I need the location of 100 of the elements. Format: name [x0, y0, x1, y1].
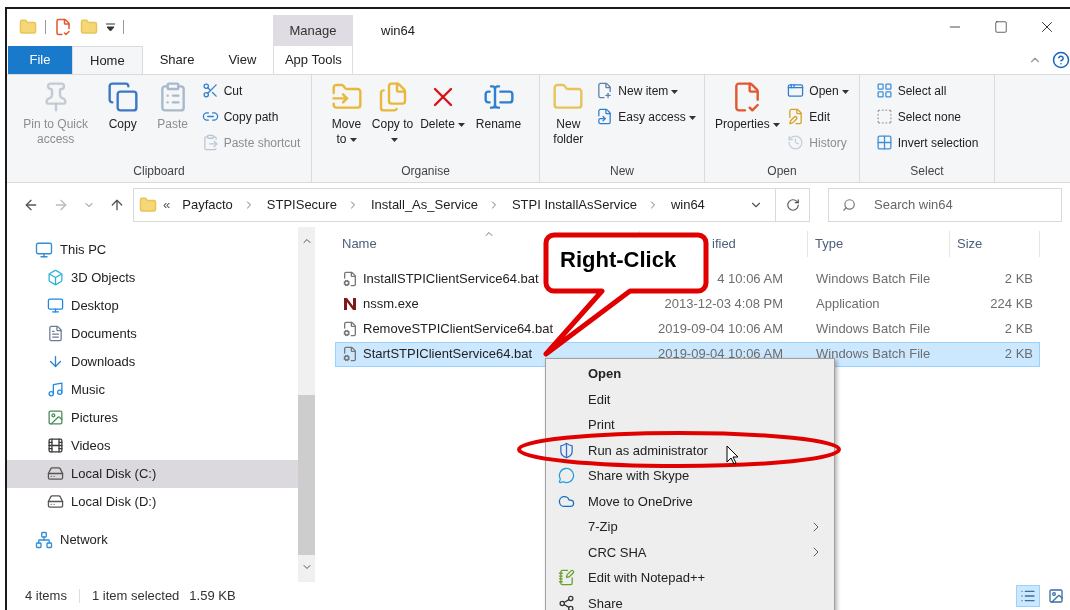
sidebar-item[interactable]: Music — [7, 375, 298, 404]
sidebar-item[interactable]: Pictures — [7, 403, 298, 432]
caret-icon[interactable] — [106, 22, 115, 32]
batch-file-icon — [342, 346, 358, 363]
sidebar-item[interactable]: Desktop — [7, 291, 298, 320]
sidebar-item[interactable]: 3D Objects — [7, 263, 298, 292]
properties-icon[interactable] — [54, 18, 72, 37]
ribbon-tab[interactable]: Home — [72, 45, 143, 74]
ribbon-button[interactable]: Properties — [711, 74, 784, 162]
column-header[interactable]: Size — [950, 230, 1040, 257]
ribbon-button[interactable]: New item — [596, 77, 696, 104]
breadcrumb[interactable]: Install_As_Service — [370, 194, 478, 215]
ribbon-button[interactable]: Copy — [97, 74, 148, 162]
menu-item[interactable]: Edit with Notepad++ — [546, 565, 834, 591]
breadcrumb[interactable]: win64 — [670, 194, 705, 215]
file-row[interactable]: RemoveSTPIClientService64.bat 2019-09-04 10:06 AM Windows Batch File 2 KB — [335, 316, 1040, 342]
scrollbar[interactable] — [298, 226, 315, 583]
shortcut-icon — [201, 134, 219, 152]
menu-item[interactable]: CRC SHA — [546, 539, 834, 565]
music-icon — [47, 381, 64, 399]
search-field[interactable]: Search win64 — [828, 187, 1062, 222]
file-type: Windows Batch File — [815, 345, 932, 364]
ribbon-tab[interactable]: Share — [142, 45, 212, 74]
menu-item[interactable]: Move to OneDrive — [546, 488, 834, 514]
file-row[interactable]: nssm.exe 2013-12-03 4:08 PM Application 224 KB — [335, 291, 1040, 317]
new-item-icon — [596, 82, 614, 100]
file-name: nssm.exe — [363, 295, 419, 314]
refresh-icon[interactable] — [785, 197, 800, 212]
menu-item[interactable]: Edit — [546, 386, 834, 412]
sidebar-item[interactable]: Local Disk (C:) — [7, 459, 298, 488]
ribbon-button[interactable]: Rename — [469, 74, 528, 162]
ribbon-group-label: Organise — [400, 162, 451, 180]
ribbon-button[interactable]: Delete — [415, 74, 470, 162]
file-size: 2 KB — [1003, 320, 1034, 339]
file-type: Application — [815, 295, 881, 314]
ribbon-button[interactable]: Move to — [323, 74, 370, 162]
ribbon-button[interactable]: Select none — [875, 103, 979, 130]
folder-icon[interactable] — [19, 18, 37, 37]
column-header[interactable]: Type — [808, 230, 950, 257]
address-field[interactable]: « Payfacto STPISecure Install_As_Service STPI InstallAsService win64 — [133, 187, 810, 222]
ribbon-button[interactable]: Easy access — [596, 103, 696, 130]
ribbon-button[interactable]: Copy to — [369, 74, 416, 162]
breadcrumb[interactable]: Payfacto — [182, 194, 233, 215]
maximize-icon[interactable] — [994, 20, 1008, 35]
invert-selection-icon — [875, 134, 893, 152]
help-icon[interactable] — [1052, 50, 1070, 69]
share-icon — [558, 594, 575, 610]
breadcrumb[interactable]: STPISecure — [266, 194, 337, 215]
ribbon-button[interactable]: Invert selection — [875, 129, 979, 156]
ribbon-button[interactable]: Copy path — [201, 103, 301, 130]
app-icon — [342, 296, 358, 313]
large-icons-view-icon — [1048, 588, 1064, 604]
overflow-marker[interactable]: « — [163, 194, 171, 215]
file-date: 2013-12-03 4:08 PM — [663, 295, 784, 314]
shield-icon — [558, 441, 575, 459]
ribbon-button[interactable]: Edit — [787, 103, 849, 130]
item-count: 4 items — [25, 587, 67, 606]
scissors-icon — [201, 82, 219, 100]
menu-item[interactable]: Print — [546, 412, 834, 438]
contextual-tab-header: Manage — [273, 15, 353, 46]
scrollbar-thumb[interactable] — [298, 394, 315, 555]
ribbon-group-label: Select — [909, 162, 945, 180]
ribbon-tab[interactable]: File — [8, 45, 72, 74]
sidebar-item[interactable]: Documents — [7, 319, 298, 348]
ribbon-button[interactable]: Open — [787, 77, 849, 104]
ribbon-tab[interactable]: View — [211, 45, 274, 74]
edit-icon — [787, 108, 805, 126]
sidebar-item[interactable]: Videos — [7, 431, 298, 460]
batch-file-icon — [342, 321, 358, 338]
menu-item[interactable]: 7-Zip — [546, 514, 834, 540]
cube-icon — [47, 269, 64, 287]
ribbon-tab[interactable]: App Tools — [273, 45, 354, 74]
sidebar-item[interactable]: This PC — [7, 235, 298, 264]
desktop-icon — [47, 297, 64, 315]
ribbon-button[interactable]: Select all — [875, 77, 979, 104]
breadcrumb[interactable]: STPI InstallAsService — [511, 194, 637, 215]
computer-icon — [35, 240, 53, 259]
selection-status: 1 item selected — [91, 587, 180, 606]
file-size: 2 KB — [1003, 270, 1034, 289]
selection-size: 1.59 KB — [189, 587, 236, 606]
sidebar-item[interactable]: Local Disk (D:) — [7, 487, 298, 516]
sidebar-item[interactable]: Network — [7, 525, 298, 554]
network-icon — [35, 530, 53, 549]
folder-icon[interactable] — [80, 18, 98, 37]
select-none-icon — [875, 108, 893, 126]
file-date: 2019-09-04 10:06 AM — [656, 345, 784, 364]
menu-item[interactable]: Share — [546, 590, 834, 610]
sidebar-item[interactable]: Downloads — [7, 347, 298, 376]
batch-file-icon — [342, 271, 358, 288]
document-icon — [47, 325, 64, 343]
open-icon — [787, 82, 805, 100]
file-name: StartSTPIClientService64.bat — [363, 345, 533, 364]
search-icon — [842, 197, 856, 212]
folder-icon — [139, 195, 157, 214]
ribbon-group-label: Open — [766, 162, 798, 180]
ribbon-button[interactable]: Cut — [201, 77, 301, 104]
picture-icon — [47, 409, 64, 427]
ribbon-group-label: New — [609, 162, 635, 180]
view-toggle-button[interactable] — [1016, 585, 1040, 607]
ribbon-button[interactable]: New folder — [544, 74, 593, 162]
